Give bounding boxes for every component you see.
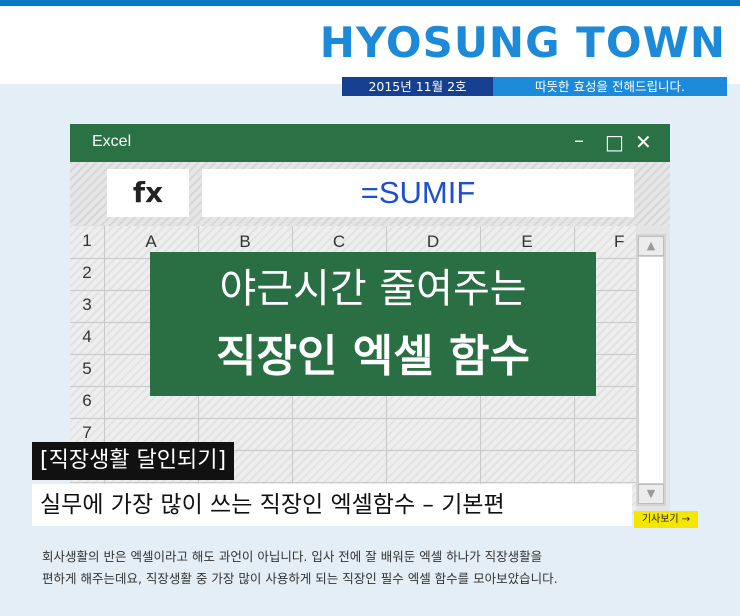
formula-input[interactable]: =SUMIF [202,169,634,217]
row-header-7[interactable]: 7 [70,423,104,443]
overlay-line1: 야근시간 줄여주는 [219,266,527,312]
maximize-icon[interactable]: □ [605,130,624,154]
formula-bar: fx =SUMIF [70,162,670,226]
scroll-track[interactable] [638,256,664,484]
row-header-6[interactable]: 6 [70,391,104,411]
row-header-5[interactable]: 5 [70,359,104,379]
scroll-down-icon[interactable]: ▼ [638,484,664,504]
fx-label: fx [107,169,189,217]
issue-date-badge: 2015년 11월 2호 [342,77,493,96]
row-header-2[interactable]: 2 [70,263,104,283]
site-header: HYOSUNG TOWN [0,6,740,84]
overlay-line2: 직장인 엑셀 함수 [216,331,530,382]
scroll-up-icon[interactable]: ▲ [638,236,664,256]
category-label: [직장생활 달인되기] [32,442,235,480]
row-header-1[interactable]: 1 [70,231,104,251]
row-header-4[interactable]: 4 [70,327,104,347]
description-line-1: 회사생활의 반은 엑셀이라고 해도 과언이 아닙니다. 입사 전에 잘 배워둔 … [42,549,543,564]
description-line-2: 편하게 해주는데요, 직장생활 중 가장 많이 사용하게 되는 직장인 필수 엑… [42,571,558,586]
article-headline[interactable]: 실무에 가장 많이 쓰는 직장인 엑셀함수 – 기본편 [32,484,632,526]
vertical-scrollbar[interactable]: ▲ ▼ [636,234,666,506]
grid-divider [70,482,636,483]
grid-divider [70,418,636,419]
window-title: Excel [92,133,132,150]
window-titlebar: Excel – □ ✕ [70,124,670,162]
close-icon[interactable]: ✕ [635,130,652,154]
minimize-icon[interactable]: – [574,128,584,152]
row-header-3[interactable]: 3 [70,295,104,315]
headline-overlay: 야근시간 줄여주는 직장인 엑셀 함수 [150,252,596,396]
article-description: 회사생활의 반은 엑셀이라고 해도 과언이 아닙니다. 입사 전에 잘 배워둔 … [42,546,692,590]
tagline-badge: 따뜻한 효성을 전해드립니다. [493,77,727,96]
read-article-button[interactable]: 기사보기 → [634,511,698,528]
brand-logo-text[interactable]: HYOSUNG TOWN [320,18,726,67]
